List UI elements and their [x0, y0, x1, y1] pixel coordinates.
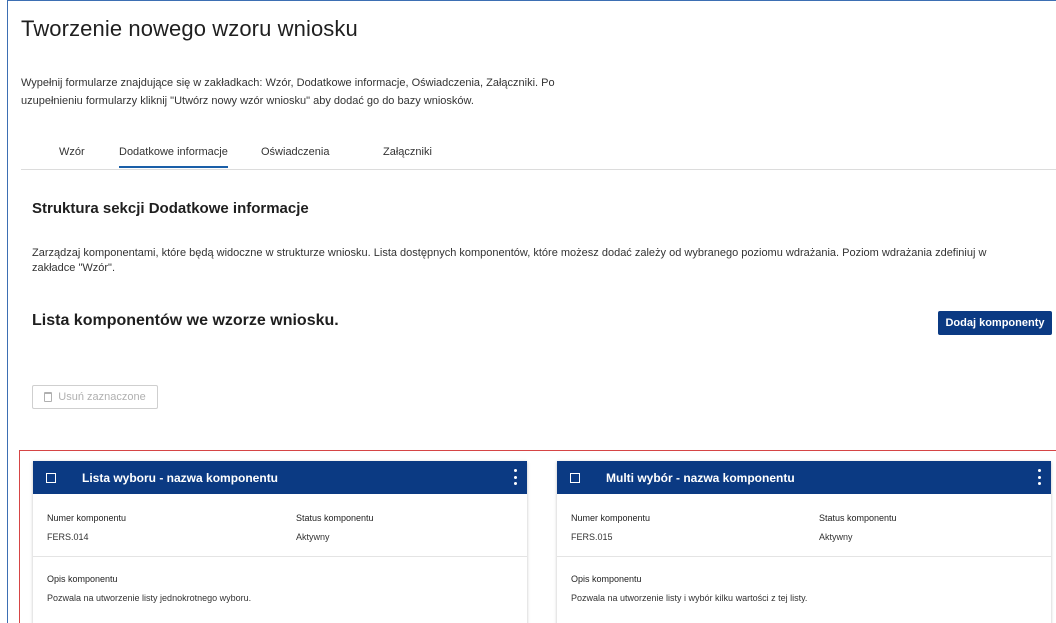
card-body: Numer komponentu FERS.015 Status kompone… [557, 494, 1051, 623]
tab-wzor[interactable]: Wzór [59, 146, 85, 166]
tab-oswiadczenia[interactable]: Oświadczenia [261, 146, 329, 166]
card-title: Lista wyboru - nazwa komponentu [82, 471, 279, 485]
number-label: Numer komponentu [47, 513, 127, 523]
list-title: Lista komponentów we wzorze wniosku. [32, 312, 339, 329]
trash-icon [44, 392, 53, 402]
number-value: FERS.015 [571, 532, 613, 542]
description-value: Pozwala na utworzenie listy jednokrotneg… [47, 593, 252, 603]
card-title: Multi wybór - nazwa komponentu [606, 471, 795, 485]
status-value: Aktywny [819, 532, 853, 542]
card-header: Multi wybór - nazwa komponentu [557, 461, 1051, 494]
tab-dodatkowe-informacje[interactable]: Dodatkowe informacje [119, 146, 228, 168]
description-label: Opis komponentu [571, 574, 642, 584]
card-divider [557, 556, 1051, 557]
number-value: FERS.014 [47, 532, 89, 542]
page-title: Tworzenie nowego wzoru wniosku [21, 16, 358, 41]
status-label: Status komponentu [819, 513, 897, 523]
section-description: Zarządzaj komponentami, które będą widoc… [32, 246, 1042, 276]
status-label: Status komponentu [296, 513, 374, 523]
intro-line-2: uzupełnieniu formularzy kliknij "Utwórz … [21, 95, 474, 107]
intro-text: Wypełnij formularze znajdujące się w zak… [21, 74, 641, 110]
card-header: Lista wyboru - nazwa komponentu [33, 461, 527, 494]
component-card: Multi wybór - nazwa komponentu Numer kom… [557, 461, 1051, 623]
intro-line-1: Wypełnij formularze znajdujące się w zak… [21, 77, 555, 89]
component-card: Lista wyboru - nazwa komponentu Numer ko… [33, 461, 527, 623]
add-components-button[interactable]: Dodaj komponenty [938, 311, 1052, 335]
section-title: Struktura sekcji Dodatkowe informacje [32, 200, 309, 217]
tab-zalaczniki[interactable]: Załączniki [383, 146, 432, 166]
delete-selected-button[interactable]: Usuń zaznaczone [32, 385, 158, 409]
delete-selected-label: Usuń zaznaczone [58, 391, 146, 403]
card-checkbox[interactable] [46, 473, 56, 483]
tab-bar: Wzór Dodatkowe informacje Oświadczenia Z… [21, 140, 1056, 170]
more-options-icon[interactable] [513, 469, 517, 485]
section-desc-line-2: zakładce "Wzór". [32, 262, 115, 274]
number-label: Numer komponentu [571, 513, 651, 523]
status-value: Aktywny [296, 532, 330, 542]
description-label: Opis komponentu [47, 574, 118, 584]
more-options-icon[interactable] [1037, 469, 1041, 485]
card-checkbox[interactable] [570, 473, 580, 483]
card-divider [33, 556, 527, 557]
card-body: Numer komponentu FERS.014 Status kompone… [33, 494, 527, 623]
description-value: Pozwala na utworzenie listy i wybór kilk… [571, 593, 808, 603]
section-desc-line-1: Zarządzaj komponentami, które będą widoc… [32, 247, 987, 259]
